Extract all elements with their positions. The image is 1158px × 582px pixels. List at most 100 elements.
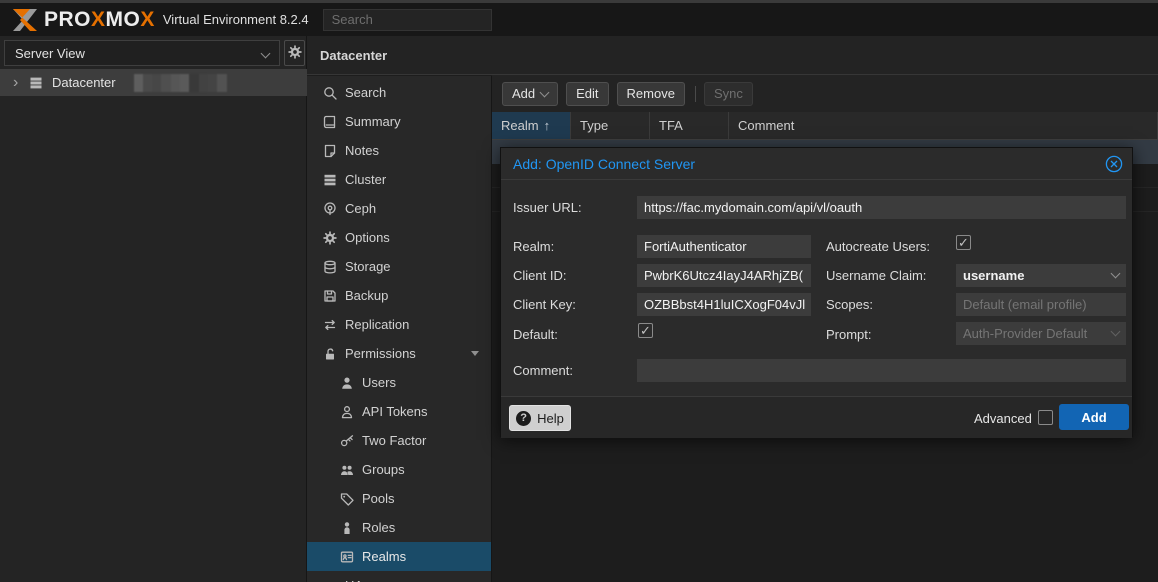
menu-item-label: Search (345, 85, 386, 100)
client-key-field[interactable]: OZBBbst4H1luICXogF04vJl (637, 293, 811, 316)
menu-item-options[interactable]: Options (307, 223, 491, 252)
dialog-footer: ? Help Advanced Add (501, 396, 1132, 438)
question-icon: ? (516, 411, 531, 426)
menu-item-label: Backup (345, 288, 388, 303)
column-header-realm[interactable]: Realm↑ (492, 112, 571, 139)
datacenter-menu: Search Summary Notes Cluster Ceph Options Stor… (307, 76, 492, 582)
dialog-header: Add: OpenID Connect Server (501, 148, 1132, 180)
menu-item-cluster[interactable]: Cluster (307, 165, 491, 194)
default-label: Default: (513, 327, 558, 342)
menu-item-label: Summary (345, 114, 401, 129)
menu-item-search[interactable]: Search (307, 78, 491, 107)
add-openid-dialog: Add: OpenID Connect Server Issuer URL: h… (500, 147, 1133, 437)
menu-item-replication[interactable]: Replication (307, 310, 491, 339)
menu-item-label: Roles (362, 520, 395, 535)
brand-text: PROXMOX (44, 8, 155, 32)
search-icon (323, 86, 337, 100)
chevron-down-icon (1111, 269, 1121, 279)
menu-item-two-factor[interactable]: Two Factor (307, 426, 491, 455)
menu-item-label: HA (345, 578, 363, 582)
expander-icon[interactable]: › (13, 74, 25, 92)
person-icon (340, 521, 354, 535)
ha-icon (323, 579, 337, 582)
menu-item-label: Cluster (345, 172, 386, 187)
id-card-icon (340, 550, 354, 564)
menu-item-groups[interactable]: Groups (307, 455, 491, 484)
content-header: Datacenter (307, 36, 1158, 75)
menu-item-users[interactable]: Users (307, 368, 491, 397)
gear-icon (323, 231, 337, 245)
close-icon[interactable] (1105, 155, 1123, 173)
chevron-down-icon (471, 351, 479, 356)
advanced-label: Advanced (974, 411, 1032, 426)
add-button[interactable]: Add (502, 82, 558, 106)
toolbar-separator (695, 86, 696, 102)
storage-icon (323, 260, 337, 274)
default-checkbox[interactable] (638, 323, 653, 338)
prompt-label: Prompt: (826, 327, 872, 342)
cluster-icon (323, 173, 337, 187)
menu-item-label: Pools (362, 491, 395, 506)
book-icon (323, 115, 337, 129)
column-header-type[interactable]: Type (571, 112, 650, 139)
menu-item-realms[interactable]: Realms (307, 542, 491, 571)
issuer-url-field[interactable]: https://fac.mydomain.com/api/vl/oauth (637, 196, 1126, 219)
user-icon (340, 376, 354, 390)
help-button[interactable]: ? Help (509, 405, 571, 431)
menu-item-notes[interactable]: Notes (307, 136, 491, 165)
replication-icon (323, 318, 337, 332)
menu-item-ceph[interactable]: Ceph (307, 194, 491, 223)
username-claim-dropdown[interactable]: username (956, 264, 1126, 287)
column-header-comment[interactable]: Comment (729, 112, 1158, 139)
tree-settings-button[interactable] (284, 40, 305, 66)
column-header-tfa[interactable]: TFA (650, 112, 729, 139)
chevron-down-icon (1111, 327, 1121, 337)
scopes-field: Default (email profile) (956, 293, 1126, 316)
menu-item-label: Ceph (345, 201, 376, 216)
global-search-input[interactable] (323, 9, 492, 31)
username-claim-label: Username Claim: (826, 268, 926, 283)
edit-button[interactable]: Edit (566, 82, 608, 106)
menu-item-summary[interactable]: Summary (307, 107, 491, 136)
autocreate-checkbox[interactable] (956, 235, 971, 250)
menu-item-storage[interactable]: Storage (307, 252, 491, 281)
menu-item-label: Users (362, 375, 396, 390)
resource-tree-panel: Server View › Datacenter (0, 36, 307, 582)
ceph-icon (323, 202, 337, 216)
floppy-icon (323, 289, 337, 303)
remove-button[interactable]: Remove (617, 82, 685, 106)
add-submit-button[interactable]: Add (1059, 404, 1129, 430)
brand-subtitle: Virtual Environment 8.2.4 (163, 12, 309, 27)
menu-item-permissions[interactable]: Permissions (307, 339, 491, 368)
menu-item-ha[interactable]: HA (307, 571, 491, 582)
comment-field[interactable] (637, 359, 1126, 382)
menu-item-label: Options (345, 230, 390, 245)
menu-item-backup[interactable]: Backup (307, 281, 491, 310)
advanced-checkbox[interactable] (1038, 410, 1053, 425)
client-id-field[interactable]: PwbrK6Utcz4IayJ4ARhjZB( (637, 264, 811, 287)
column-label: Comment (738, 118, 794, 133)
menu-item-label: Storage (345, 259, 391, 274)
users-icon (340, 463, 354, 477)
dialog-title: Add: OpenID Connect Server (513, 156, 695, 172)
menu-item-api-tokens[interactable]: API Tokens (307, 397, 491, 426)
page-title: Datacenter (320, 48, 387, 63)
proxmox-logo-icon (10, 7, 40, 33)
menu-item-label: Notes (345, 143, 379, 158)
view-selector-dropdown[interactable]: Server View (4, 40, 280, 66)
menu-item-pools[interactable]: Pools (307, 484, 491, 513)
sync-button[interactable]: Sync (704, 82, 753, 106)
chevron-down-icon (540, 87, 550, 97)
menu-item-roles[interactable]: Roles (307, 513, 491, 542)
table-header: Realm↑TypeTFA Comment (492, 112, 1158, 140)
tag-icon (340, 492, 354, 506)
realm-field[interactable]: FortiAuthenticator (637, 235, 811, 258)
button-label: Edit (576, 86, 598, 101)
client-id-label: Client ID: (513, 268, 566, 283)
tree-item-datacenter[interactable]: › Datacenter (0, 69, 307, 96)
lock-open-icon (323, 347, 337, 361)
realm-label: Realm: (513, 239, 554, 254)
client-key-label: Client Key: (513, 297, 576, 312)
menu-item-label: Replication (345, 317, 409, 332)
note-icon (323, 144, 337, 158)
